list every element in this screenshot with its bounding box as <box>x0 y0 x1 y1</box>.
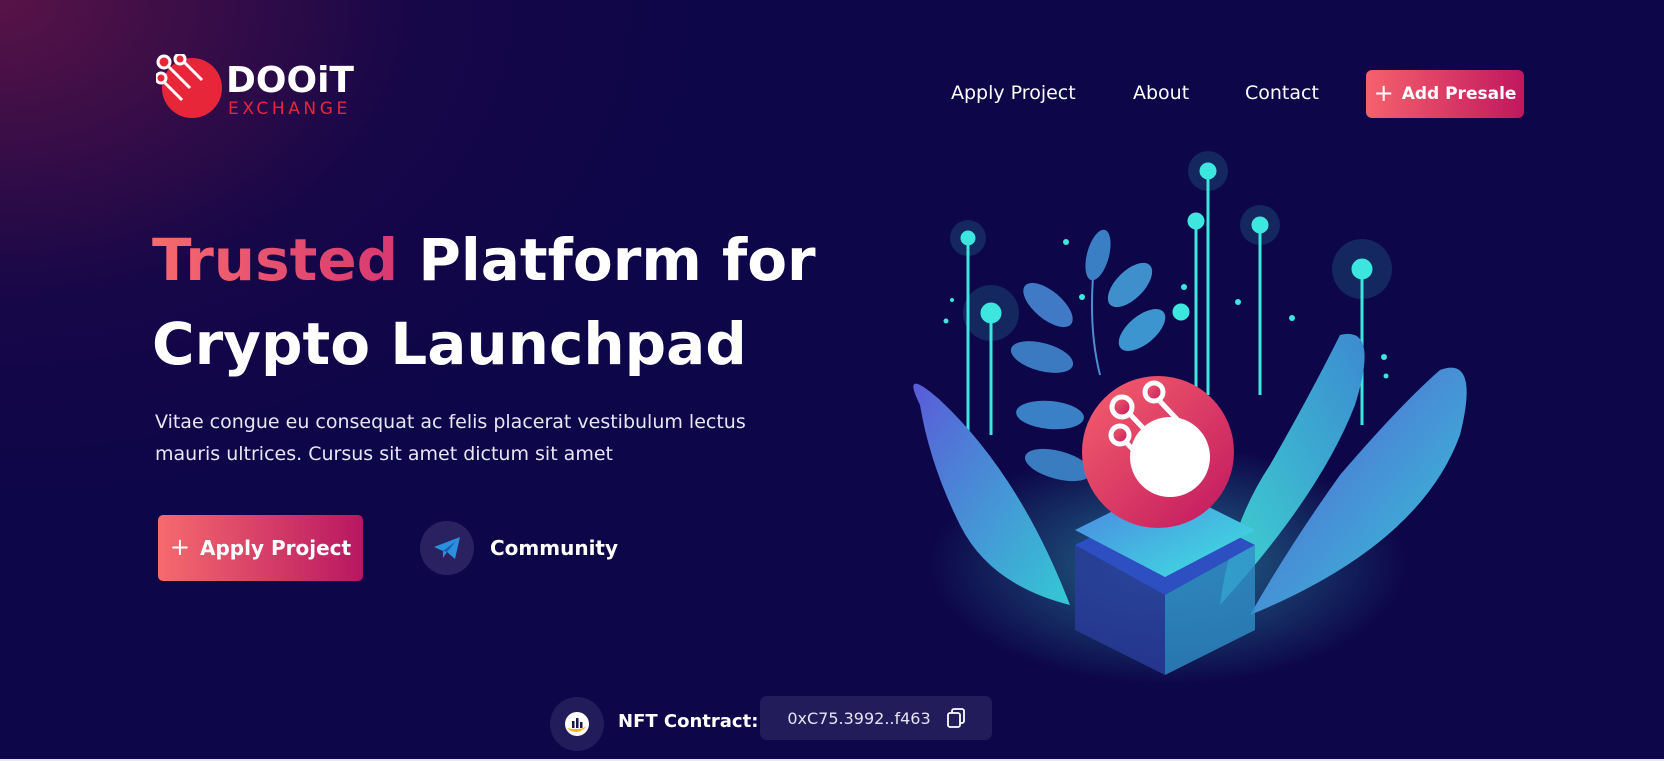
nav-contact[interactable]: Contact <box>1245 82 1319 104</box>
logo-subtitle: EXCHANGE <box>228 99 351 119</box>
add-presale-button[interactable]: + Add Presale <box>1366 70 1524 118</box>
telegram-icon <box>420 521 474 575</box>
nav-about[interactable]: About <box>1133 82 1189 104</box>
logo-wordmark: DOOiT <box>226 60 354 101</box>
plus-icon: + <box>169 532 191 561</box>
add-presale-label: Add Presale <box>1401 84 1517 104</box>
hero-title-rest: Platform for <box>418 226 816 294</box>
plus-icon: + <box>1373 78 1394 107</box>
hero-title-accent: Trusted <box>152 226 399 294</box>
apply-project-button[interactable]: + Apply Project <box>158 515 363 581</box>
coin-chart-icon <box>550 697 604 751</box>
copy-icon[interactable] <box>946 708 965 728</box>
contract-address: 0xC75.3992..f463 <box>787 708 931 728</box>
logo-mark-icon <box>156 54 222 118</box>
logo[interactable]: DOOiT EXCHANGE <box>156 54 366 120</box>
nav-apply-project[interactable]: Apply Project <box>951 82 1076 104</box>
community-link[interactable]: Community <box>420 521 618 575</box>
contract-address-box[interactable]: 0xC75.3992..f463 <box>760 696 992 740</box>
hero-description: Vitae congue eu consequat ac felis place… <box>155 411 746 465</box>
hero-title: Trusted Platform for Crypto Launchpad <box>152 218 852 386</box>
contract-label: NFT Contract: <box>618 711 759 732</box>
hero-title-line2: Crypto Launchpad <box>152 310 747 378</box>
community-label: Community <box>490 536 619 560</box>
hero-illustration <box>913 151 1467 685</box>
apply-project-label: Apply Project <box>200 536 352 560</box>
